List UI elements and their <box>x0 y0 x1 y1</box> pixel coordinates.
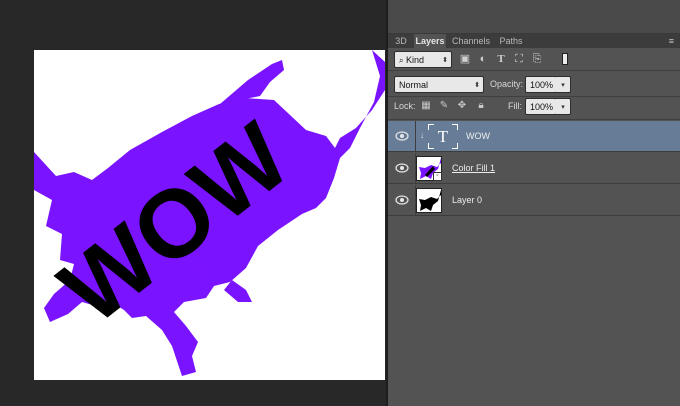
layer-name[interactable]: Color Fill 1 <box>452 153 495 184</box>
panel-menu-icon[interactable]: ≡ <box>669 34 674 48</box>
search-icon: ⌕ <box>399 56 404 65</box>
layer-mask-link-icon: ▫ <box>433 172 442 181</box>
spinner-arrows-icon: ⬍ <box>474 82 480 89</box>
visibility-eye-icon[interactable] <box>395 130 409 142</box>
layer-name[interactable]: Layer 0 <box>452 185 482 216</box>
blend-mode-value: Normal <box>399 80 429 90</box>
filter-pixel-layers-icon[interactable]: ▣ <box>458 52 472 66</box>
layer-name[interactable]: WOW <box>466 121 490 152</box>
tab-channels[interactable]: Channels <box>450 34 492 48</box>
filter-shape-layers-icon[interactable]: ⛶ <box>512 52 526 66</box>
tab-3d[interactable]: 3D <box>390 34 412 48</box>
tab-layers[interactable]: Layers <box>414 34 446 48</box>
eye-column-divider <box>415 121 416 152</box>
opacity-input[interactable]: 100% <box>525 76 557 93</box>
separator <box>388 70 680 71</box>
layer-row-color-fill[interactable]: ▫ Color Fill 1 <box>388 153 680 184</box>
lock-label: Lock: <box>394 101 416 111</box>
layer-row-layer-0[interactable]: Layer 0 <box>388 185 680 216</box>
filter-kind-label: Kind <box>406 55 425 65</box>
separator <box>388 96 680 97</box>
lock-position-icon[interactable]: ✥ <box>456 100 468 112</box>
spinner-arrows-icon: ⬍ <box>442 57 448 64</box>
layers-panel: 3D Layers Channels Paths ≡ ⌕ Kind ⬍ ▣ ◐ … <box>388 0 680 406</box>
document-canvas[interactable]: WOW <box>34 50 385 380</box>
separator <box>388 119 680 120</box>
goat-artwork: WOW <box>34 50 385 376</box>
layer-row-wow[interactable]: ↓ T WOW <box>388 121 680 152</box>
lock-image-pixels-icon[interactable]: ✎ <box>438 100 450 112</box>
type-t-icon: T <box>437 127 449 146</box>
visibility-eye-icon[interactable] <box>395 162 409 174</box>
pixel-layer-thumbnail[interactable] <box>416 188 442 213</box>
fill-input[interactable]: 100% <box>525 98 557 115</box>
lock-transparent-pixels-icon[interactable]: ▦ <box>420 100 432 112</box>
filter-adjustment-layers-icon[interactable]: ◐ <box>476 52 490 66</box>
filter-kind-select[interactable]: ⌕ Kind ⬍ <box>394 51 452 68</box>
lock-all-icon[interactable]: 🔒︎ <box>475 100 487 112</box>
filter-smart-objects-icon[interactable]: ⎘ <box>530 52 544 66</box>
opacity-dropdown-arrow[interactable]: ▾ <box>556 76 571 93</box>
opacity-label: Opacity: <box>490 79 524 89</box>
document-canvas-area: WOW <box>0 0 386 406</box>
tab-paths[interactable]: Paths <box>496 34 526 48</box>
panel-header-area <box>388 0 680 34</box>
visibility-eye-icon[interactable] <box>395 194 409 206</box>
filter-toggle-icon[interactable] <box>558 52 572 66</box>
filter-type-layers-icon[interactable]: T <box>494 52 508 66</box>
panel-tabs: 3D Layers Channels Paths ≡ <box>388 34 680 48</box>
fill-dropdown-arrow[interactable]: ▾ <box>556 98 571 115</box>
blend-mode-select[interactable]: Normal ⬍ <box>394 76 484 93</box>
clipping-mask-arrow-icon: ↓ <box>420 131 424 140</box>
type-layer-thumbnail[interactable]: T <box>428 124 458 149</box>
fill-label: Fill: <box>508 101 522 111</box>
